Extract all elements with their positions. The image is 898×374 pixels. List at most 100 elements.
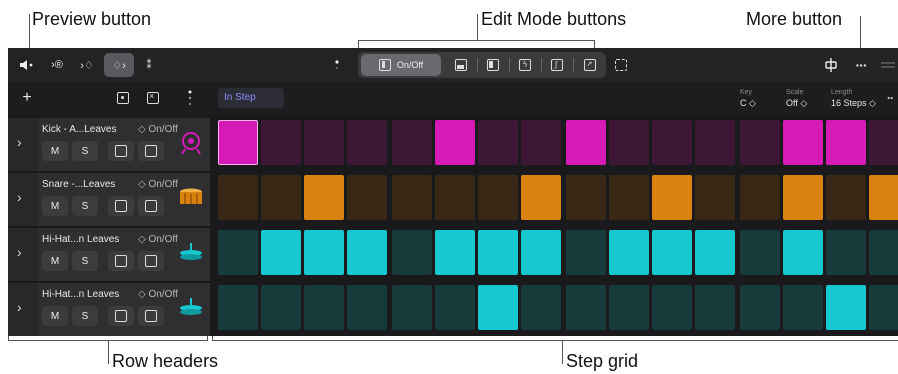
step-cell[interactable] bbox=[869, 285, 898, 330]
chevron-right-icon[interactable]: › bbox=[17, 244, 22, 260]
step-cell[interactable] bbox=[566, 230, 606, 275]
edit-mode-transpose[interactable]: ↗ bbox=[576, 54, 603, 76]
edit-mode-velocity[interactable] bbox=[448, 54, 474, 76]
step-cell[interactable] bbox=[869, 230, 898, 275]
step-cell[interactable] bbox=[521, 285, 561, 330]
row-edit-mode[interactable]: ◇ On/Off bbox=[138, 234, 178, 245]
row-reset-button[interactable] bbox=[138, 306, 164, 326]
scale-selector[interactable]: Scale Off ◇ bbox=[786, 87, 807, 109]
step-cell[interactable] bbox=[826, 120, 866, 165]
mute-button[interactable]: M bbox=[42, 306, 68, 326]
step-cell[interactable] bbox=[609, 120, 649, 165]
step-cell[interactable] bbox=[392, 120, 432, 165]
step-cell[interactable] bbox=[218, 120, 258, 165]
row-randomize-button[interactable] bbox=[108, 251, 134, 271]
row-name[interactable]: Hi-Hat...n Leaves bbox=[42, 289, 119, 300]
step-cell[interactable] bbox=[304, 285, 344, 330]
step-cell[interactable] bbox=[304, 230, 344, 275]
step-cell[interactable] bbox=[783, 285, 823, 330]
step-cell[interactable] bbox=[609, 175, 649, 220]
step-cell[interactable] bbox=[652, 230, 692, 275]
alignment-button[interactable] bbox=[820, 53, 842, 77]
step-cell[interactable] bbox=[826, 230, 866, 275]
step-cell[interactable] bbox=[261, 230, 301, 275]
edit-mode-offset[interactable]: ∫ bbox=[544, 54, 570, 76]
step-cell[interactable] bbox=[304, 120, 344, 165]
randomize-all-button[interactable] bbox=[112, 86, 134, 110]
row-edit-mode[interactable]: ◇ On/Off bbox=[138, 124, 178, 135]
step-cell[interactable] bbox=[783, 120, 823, 165]
step-cell[interactable] bbox=[566, 120, 606, 165]
pattern-chain-button[interactable]: ›® bbox=[44, 53, 70, 77]
step-cell[interactable] bbox=[695, 120, 735, 165]
row-randomize-button[interactable] bbox=[108, 141, 134, 161]
step-cell[interactable] bbox=[783, 175, 823, 220]
row-randomize-button[interactable] bbox=[108, 196, 134, 216]
select-all-button[interactable] bbox=[610, 53, 632, 77]
row-name[interactable]: Kick - A...Leaves bbox=[42, 124, 116, 135]
more-button[interactable]: ··· bbox=[850, 53, 872, 77]
step-cell[interactable] bbox=[826, 285, 866, 330]
chevron-right-icon[interactable]: › bbox=[17, 189, 22, 205]
row-reset-button[interactable] bbox=[138, 141, 164, 161]
step-cell[interactable] bbox=[826, 175, 866, 220]
edit-mode-note-repeat[interactable] bbox=[480, 54, 506, 76]
step-cell[interactable] bbox=[347, 230, 387, 275]
mute-button[interactable]: M bbox=[42, 251, 68, 271]
step-cell[interactable] bbox=[435, 230, 475, 275]
step-cell[interactable] bbox=[478, 285, 518, 330]
edit-mode-on-off[interactable]: On/Off bbox=[361, 54, 441, 76]
add-row-button[interactable]: + bbox=[16, 86, 38, 110]
step-cell[interactable] bbox=[566, 175, 606, 220]
step-cell[interactable] bbox=[652, 120, 692, 165]
row-reset-button[interactable] bbox=[138, 251, 164, 271]
length-selector[interactable]: Length 16 Steps ◇ bbox=[831, 87, 876, 109]
mute-button[interactable]: M bbox=[42, 196, 68, 216]
step-cell[interactable] bbox=[392, 230, 432, 275]
row-edit-mode[interactable]: ◇ On/Off bbox=[138, 179, 178, 190]
solo-button[interactable]: S bbox=[72, 141, 98, 161]
key-selector[interactable]: Key C ◇ bbox=[740, 87, 756, 109]
reset-all-button[interactable]: × bbox=[142, 86, 164, 110]
step-cell[interactable] bbox=[347, 175, 387, 220]
preview-button[interactable] bbox=[14, 53, 38, 77]
step-cell[interactable] bbox=[609, 230, 649, 275]
step-cell[interactable] bbox=[521, 230, 561, 275]
pattern-name-field[interactable]: In Step bbox=[218, 88, 284, 108]
hi-hat-icon[interactable] bbox=[178, 295, 204, 321]
step-cell[interactable] bbox=[740, 285, 780, 330]
chevron-right-icon[interactable]: › bbox=[17, 134, 22, 150]
step-cell[interactable] bbox=[695, 285, 735, 330]
toolbar-handle[interactable] bbox=[330, 53, 344, 77]
panel-grip[interactable] bbox=[878, 53, 898, 77]
step-cell[interactable] bbox=[609, 285, 649, 330]
step-cell[interactable] bbox=[695, 230, 735, 275]
row-randomize-button[interactable] bbox=[108, 306, 134, 326]
row-reset-button[interactable] bbox=[138, 196, 164, 216]
step-cell[interactable] bbox=[478, 120, 518, 165]
solo-button[interactable]: S bbox=[72, 251, 98, 271]
step-cell[interactable] bbox=[261, 175, 301, 220]
step-cell[interactable] bbox=[392, 175, 432, 220]
step-cell[interactable] bbox=[304, 175, 344, 220]
row-name[interactable]: Hi-Hat...n Leaves bbox=[42, 234, 119, 245]
step-cell[interactable] bbox=[261, 120, 301, 165]
step-cell[interactable] bbox=[478, 230, 518, 275]
step-cell[interactable] bbox=[218, 175, 258, 220]
step-cell[interactable] bbox=[652, 285, 692, 330]
solo-button[interactable]: S bbox=[72, 306, 98, 326]
step-cell[interactable] bbox=[740, 230, 780, 275]
mute-button[interactable]: M bbox=[42, 141, 68, 161]
step-cell[interactable] bbox=[566, 285, 606, 330]
step-cell[interactable] bbox=[478, 175, 518, 220]
step-cell[interactable] bbox=[869, 120, 898, 165]
step-cell[interactable] bbox=[740, 120, 780, 165]
solo-button[interactable]: S bbox=[72, 196, 98, 216]
step-cell[interactable] bbox=[261, 285, 301, 330]
row-handle[interactable] bbox=[184, 86, 196, 110]
step-cell[interactable] bbox=[695, 175, 735, 220]
step-cell[interactable] bbox=[435, 285, 475, 330]
kick-drum-icon[interactable] bbox=[178, 130, 204, 156]
pattern-more-button[interactable]: ·· bbox=[882, 86, 898, 110]
edit-mode-chance[interactable]: ϟ bbox=[512, 54, 538, 76]
